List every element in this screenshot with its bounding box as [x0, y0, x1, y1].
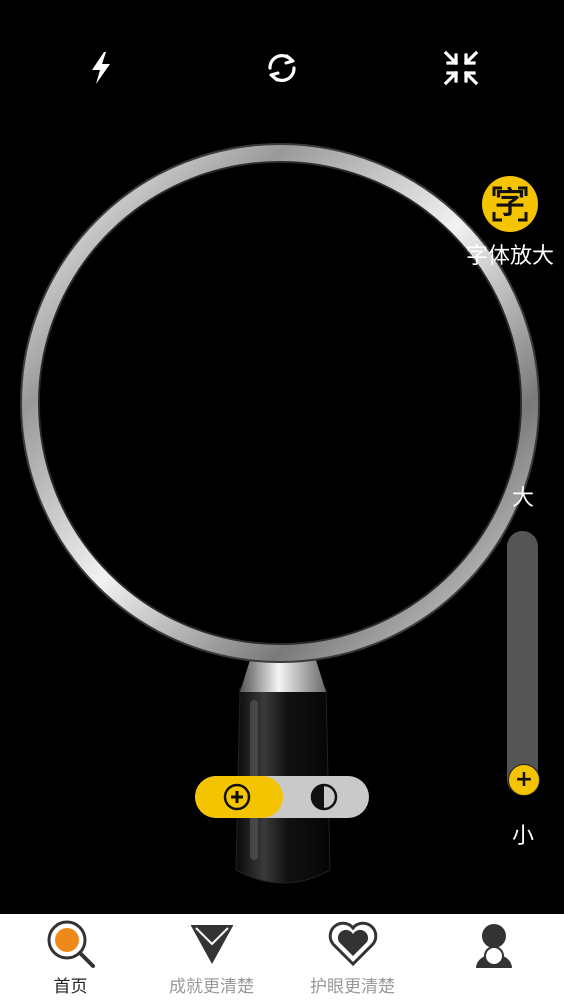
- zoom-slider-thumb[interactable]: +: [508, 764, 540, 796]
- mode-toggle[interactable]: [195, 776, 369, 818]
- tab-profile[interactable]: [423, 914, 564, 1004]
- zoom-slider-track[interactable]: [507, 531, 538, 795]
- font-enlarge-label: 字体放大: [465, 244, 554, 269]
- tab-home[interactable]: 首页: [0, 914, 141, 1004]
- collapse-icon: [443, 50, 479, 86]
- refresh-icon: [268, 54, 296, 82]
- camera-view: 字 字体放大 大 + 小: [0, 0, 564, 914]
- diamond-icon: [189, 923, 234, 964]
- bottom-tab-bar: 首页 成就更清楚 护眼更清楚: [0, 914, 564, 1004]
- zoom-thumb-symbol: +: [514, 767, 534, 792]
- font-enlarge-icon: 字: [482, 176, 538, 232]
- font-glyph: 字: [495, 186, 525, 221]
- font-enlarge-button[interactable]: 字 字体放大: [462, 176, 558, 270]
- zoom-min-label: 小: [511, 824, 534, 849]
- collapse-button[interactable]: [443, 50, 479, 86]
- zoom-max-label: 大: [511, 486, 534, 511]
- tab-eye-care-label: 护眼更清楚: [310, 977, 395, 997]
- tab-achievement[interactable]: 成就更清楚: [141, 914, 282, 1004]
- flash-button[interactable]: [84, 50, 120, 86]
- magnify-icon: [223, 783, 251, 811]
- tab-achievement-label: 成就更清楚: [169, 977, 254, 997]
- heart-icon: [328, 921, 377, 967]
- switch-camera-button[interactable]: [264, 50, 300, 86]
- profile-icon: [475, 924, 512, 968]
- tab-home-label: 首页: [53, 977, 88, 997]
- magnifier-icon: [47, 920, 95, 968]
- tab-eye-care[interactable]: 护眼更清楚: [282, 914, 423, 1004]
- contrast-icon[interactable]: [309, 782, 339, 812]
- flash-icon: [92, 52, 110, 84]
